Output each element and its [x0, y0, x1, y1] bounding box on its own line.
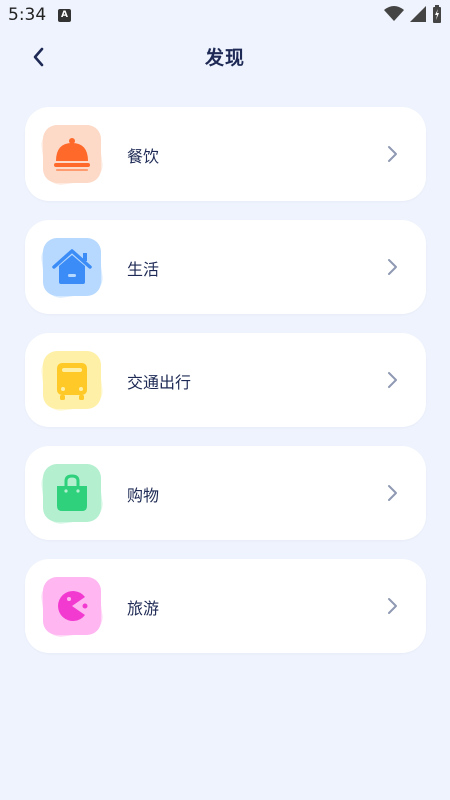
- status-bar: 5:34 A: [0, 0, 450, 30]
- shopping-icon-tile: [39, 462, 105, 526]
- life-icon-tile: [39, 236, 105, 300]
- chevron-right-icon: [388, 598, 397, 614]
- pacman-icon: [58, 591, 88, 621]
- category-label: 购物: [127, 486, 160, 505]
- travel-icon-tile: [39, 575, 105, 639]
- category-item-travel[interactable]: 旅游: [25, 559, 426, 653]
- category-label: 交通出行: [127, 373, 192, 392]
- chevron-right-icon: [388, 259, 397, 275]
- food-cloche-icon: [54, 138, 90, 171]
- chevron-right-icon: [388, 146, 397, 162]
- cell-signal-icon: [410, 6, 426, 22]
- chevron-right-icon: [388, 485, 397, 501]
- header: 发现: [0, 30, 450, 82]
- category-label: 旅游: [127, 599, 160, 618]
- category-item-shopping[interactable]: 购物: [25, 446, 426, 540]
- category-list: 餐饮 生活 交通出行 购物 旅游: [25, 107, 426, 672]
- bus-icon: [57, 363, 87, 400]
- category-item-life[interactable]: 生活: [25, 220, 426, 314]
- category-item-food[interactable]: 餐饮: [25, 107, 426, 201]
- wifi-icon: [384, 6, 404, 21]
- category-label: 餐饮: [127, 147, 160, 166]
- battery-charging-icon: [433, 5, 441, 23]
- transport-icon-tile: [39, 349, 105, 413]
- shopping-bag-icon: [57, 474, 87, 511]
- a-badge-icon: A: [58, 9, 71, 22]
- page-title: 发现: [204, 47, 245, 69]
- status-icons: [384, 5, 442, 23]
- chevron-right-icon: [388, 372, 397, 388]
- category-item-transport[interactable]: 交通出行: [25, 333, 426, 427]
- food-icon-tile: [39, 123, 105, 187]
- status-time: 5:34: [8, 5, 47, 25]
- category-label: 生活: [127, 260, 160, 279]
- house-icon: [52, 249, 92, 284]
